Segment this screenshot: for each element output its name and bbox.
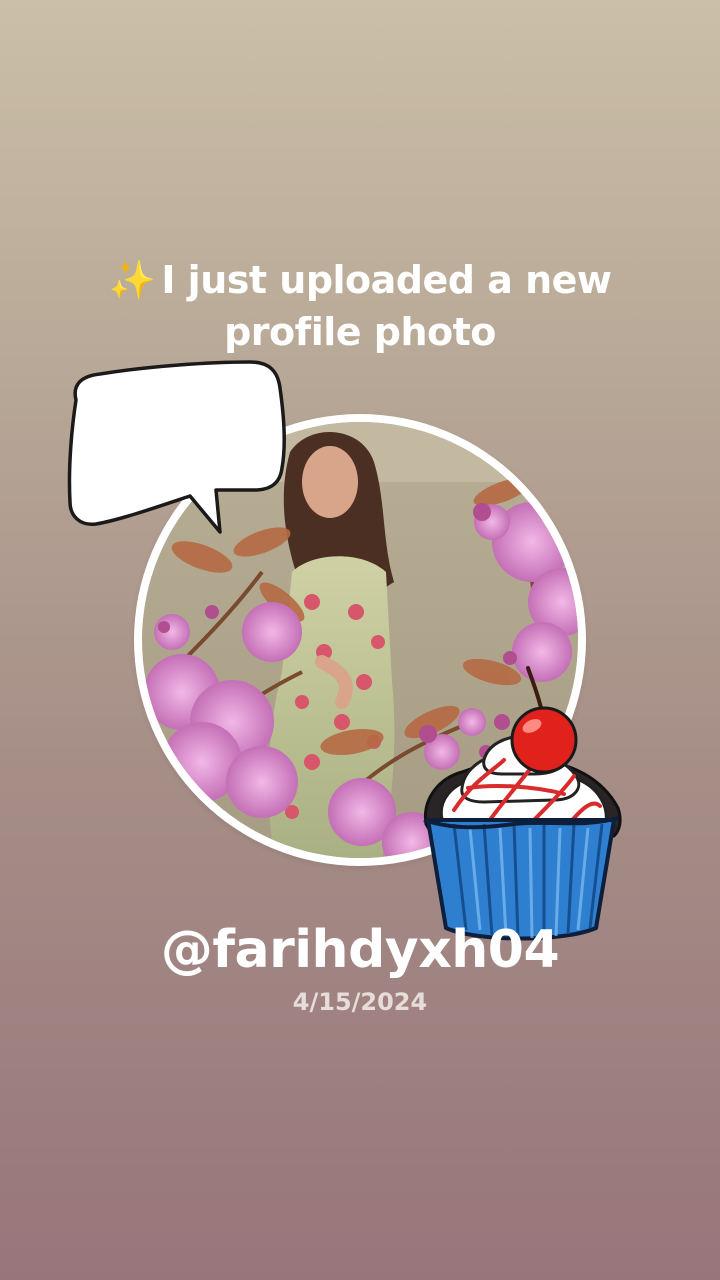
speech-bubble-icon <box>67 360 286 534</box>
headline: ✨ I just uploaded a new profile photo <box>0 254 720 358</box>
cherry-cupcake-icon <box>423 666 622 941</box>
upload-date: 4/15/2024 <box>292 988 428 1016</box>
username: @farihdyxh04 <box>160 920 560 980</box>
headline-line-1: ✨ I just uploaded a new <box>0 254 720 306</box>
sparkles-icon: ✨ <box>108 258 156 302</box>
headline-line-2: profile photo <box>224 310 496 354</box>
headline-text-line-1: I just uploaded a new <box>161 258 612 302</box>
